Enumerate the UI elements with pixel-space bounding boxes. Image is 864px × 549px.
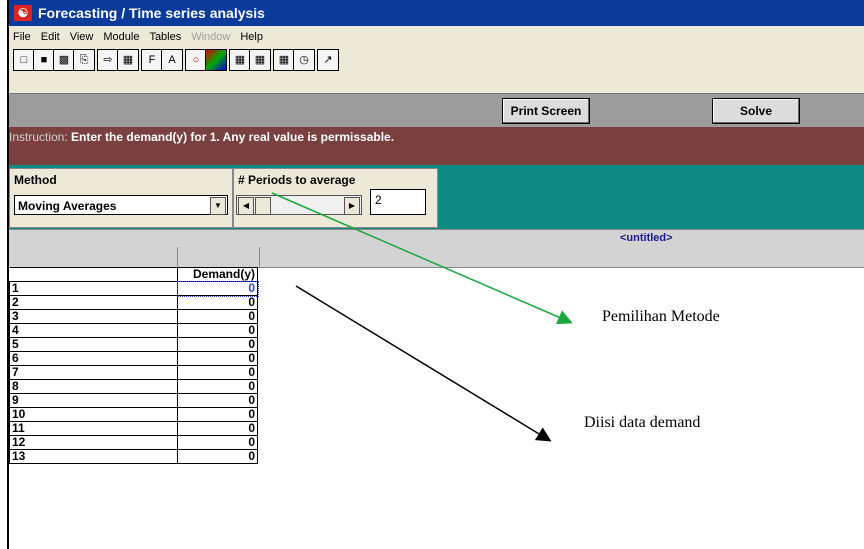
menu-help[interactable]: Help <box>236 31 269 43</box>
parameters-panel: Method Moving Averages ▼ # Periods to av… <box>9 165 864 229</box>
method-caption: Method <box>14 173 57 187</box>
insert-row-icon[interactable]: ⇨ <box>97 49 119 71</box>
new-icon[interactable]: □ <box>13 49 35 71</box>
file-name: <untitled> <box>620 232 673 244</box>
row-label: 6 <box>9 351 178 366</box>
clock-icon[interactable]: ◷ <box>293 49 315 71</box>
row-label: 7 <box>9 365 178 380</box>
demand-cell[interactable]: 0 <box>177 435 258 450</box>
table-icon[interactable]: ▦ <box>117 49 139 71</box>
row-label-header <box>9 267 178 282</box>
periods-caption: # Periods to average <box>238 173 356 187</box>
row-label: 1 <box>9 281 178 296</box>
demand-cell[interactable]: 0 <box>177 351 258 366</box>
color-icon[interactable] <box>205 49 227 71</box>
row-label: 10 <box>9 407 178 422</box>
table-row: 60 <box>9 351 258 366</box>
table-row: 13 0 <box>9 449 258 464</box>
scroll-left-icon[interactable]: ◀ <box>238 197 254 215</box>
title-bar: ☯ Forecasting / Time series analysis <box>9 0 864 26</box>
demand-cell[interactable]: 0 <box>176 280 259 297</box>
demand-table: Demand(y) 1 0 2 0 3 0 4 0 5 0 6 0 7 0 8 0 9 0 10 0 11 0 12 0 13 0 <box>9 267 259 464</box>
demand-cell[interactable]: 0 <box>177 407 258 422</box>
menu-window: Window <box>191 30 231 43</box>
demand-cell[interactable]: 0 <box>177 337 258 352</box>
table-row: 50 <box>9 337 258 352</box>
demand-cell[interactable]: 0 <box>177 449 258 464</box>
instruction-prefix: Instruction: <box>9 130 68 144</box>
table-row: 11 0 <box>9 421 258 436</box>
wizard-icon[interactable]: ↗ <box>317 49 339 71</box>
window-title: Forecasting / Time series analysis <box>38 5 265 21</box>
menu-module[interactable]: Module <box>99 31 145 43</box>
table-row: 40 <box>9 323 258 338</box>
font-icon[interactable]: F <box>141 49 163 71</box>
method-dropdown[interactable]: Moving Averages ▼ <box>14 195 228 215</box>
method-selected: Moving Averages <box>18 199 117 213</box>
menu-tables[interactable]: Tables <box>145 31 187 43</box>
demand-column-header: Demand(y) <box>177 267 258 282</box>
table-row: 90 <box>9 393 258 408</box>
grid-column-header-bar <box>9 247 864 268</box>
menu-edit[interactable]: Edit <box>37 31 66 43</box>
table-row: 80 <box>9 379 258 394</box>
demand-cell[interactable]: 0 <box>177 323 258 338</box>
font-size-icon[interactable]: A <box>161 49 183 71</box>
row-label: 12 <box>9 435 178 450</box>
demand-cell[interactable]: 0 <box>177 365 258 380</box>
save-icon[interactable]: ▩ <box>53 49 75 71</box>
row-label: 4 <box>9 323 178 338</box>
periods-input[interactable]: 2 <box>370 189 426 215</box>
file-title-bar: <untitled> <box>9 229 864 249</box>
row-label: 5 <box>9 337 178 352</box>
table-header-row: Demand(y) <box>9 267 258 282</box>
row-label: 8 <box>9 379 178 394</box>
scroll-thumb[interactable] <box>255 197 271 215</box>
periods-scrollbar[interactable]: ◀ ▶ <box>236 195 362 215</box>
grid-alt-icon[interactable]: ▦ <box>249 49 271 71</box>
row-label: 13 <box>9 449 178 464</box>
app-logo-icon: ☯ <box>14 5 32 21</box>
row-label: 9 <box>9 393 178 408</box>
demand-annotation: Diisi data demand <box>584 414 701 431</box>
app-window: ☯ Forecasting / Time series analysis Fil… <box>7 0 864 549</box>
column-separator <box>259 247 260 267</box>
scroll-right-icon[interactable]: ▶ <box>344 197 360 215</box>
column-separator <box>177 247 178 267</box>
zero-icon[interactable]: ○ <box>185 49 207 71</box>
table-row: 30 <box>9 309 258 324</box>
demand-cell[interactable]: 0 <box>177 309 258 324</box>
menu-file[interactable]: File <box>9 31 37 43</box>
grid-icon[interactable]: ▦ <box>229 49 251 71</box>
instruction-text: Enter the demand(y) for 1. Any real valu… <box>71 130 395 144</box>
chevron-down-icon[interactable]: ▼ <box>210 197 226 215</box>
demand-cell[interactable]: 0 <box>177 393 258 408</box>
print-icon[interactable]: ⎘ <box>73 49 95 71</box>
table-row: 12 0 <box>9 435 258 450</box>
menu-view[interactable]: View <box>66 31 100 43</box>
demand-cell[interactable]: 0 <box>177 295 258 310</box>
table-row: 10 0 <box>9 407 258 422</box>
open-icon[interactable]: ■ <box>33 49 55 71</box>
row-label: 11 <box>9 421 178 436</box>
calculator-icon[interactable]: ▦ <box>273 49 295 71</box>
solve-button[interactable]: Solve <box>712 98 800 124</box>
print-screen-button[interactable]: Print Screen <box>502 98 590 124</box>
button-row: Print Screen Solve <box>9 93 864 128</box>
toolbar: □ ■ ▩ ⎘ ⇨ ▦ F A ○ ▦ ▦ ▦ ◷ ↗ <box>9 47 864 93</box>
table-row: 70 <box>9 365 258 380</box>
table-row: 20 <box>9 295 258 310</box>
row-label: 3 <box>9 309 178 324</box>
demand-cell[interactable]: 0 <box>177 379 258 394</box>
instruction-bar: Instruction: Enter the demand(y) for 1. … <box>9 127 864 165</box>
demand-cell[interactable]: 0 <box>177 421 258 436</box>
menu-bar: File Edit View Module Tables Window Help <box>9 26 864 47</box>
method-annotation: Pemilihan Metode <box>602 308 720 325</box>
method-group: Method Moving Averages ▼ <box>9 168 233 228</box>
row-label: 2 <box>9 295 178 310</box>
table-row: 10 <box>9 280 259 297</box>
periods-group: # Periods to average ◀ ▶ 2 <box>233 168 438 228</box>
